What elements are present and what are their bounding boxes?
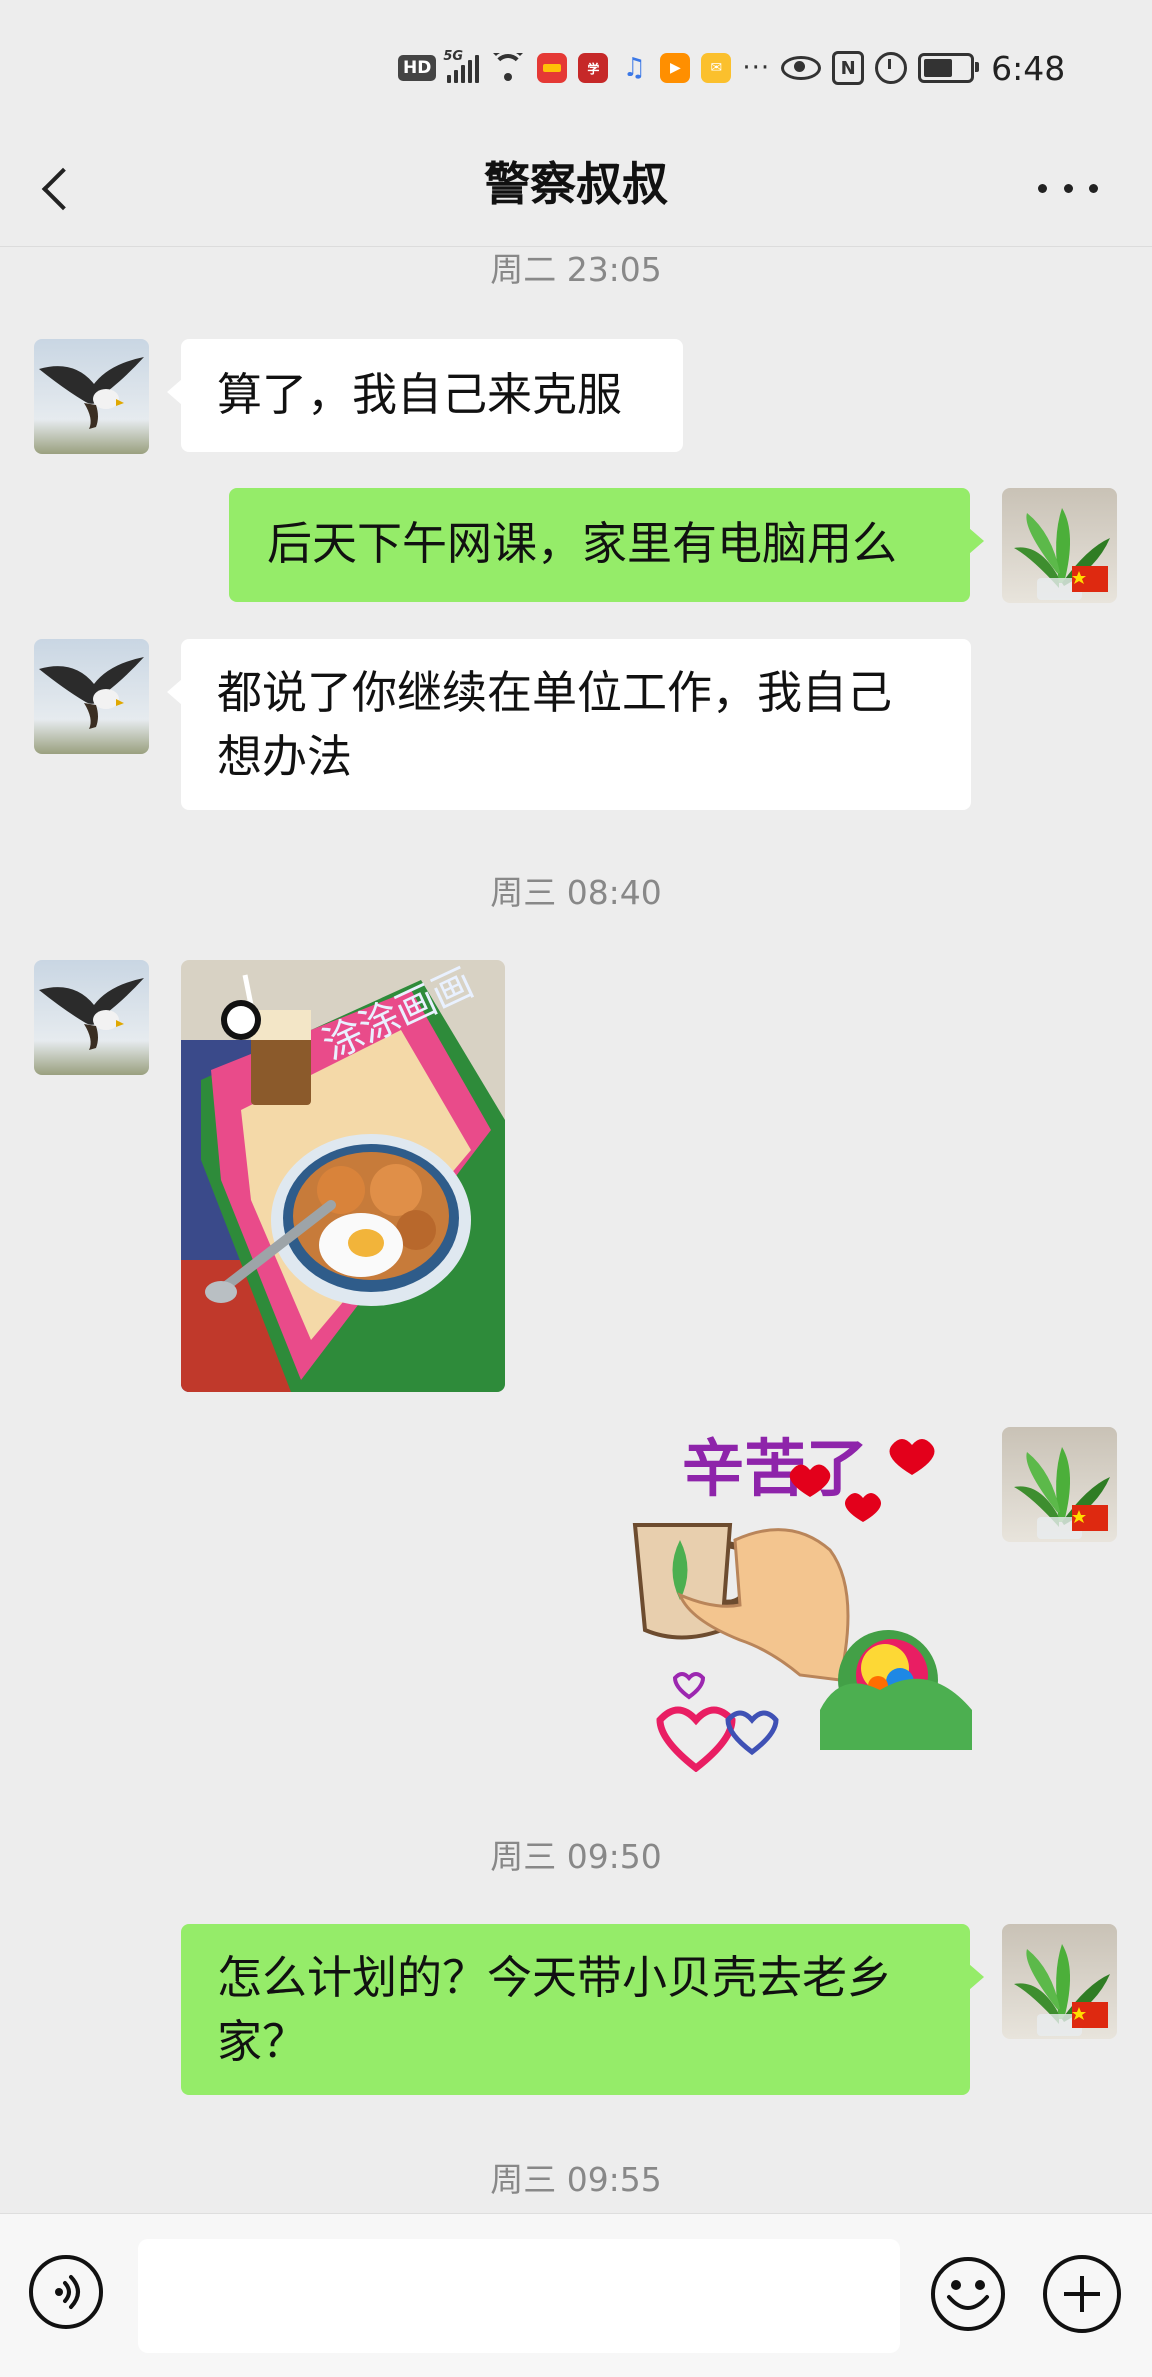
eye-comfort-icon — [781, 56, 822, 80]
input-bar — [0, 2213, 1152, 2377]
nfc-icon: N — [832, 51, 865, 85]
my-avatar[interactable] — [1002, 1924, 1117, 2039]
message-text-line: 怎么计划的？今天带小贝壳去老乡 — [217, 1951, 893, 2004]
message-bubble-sent[interactable]: 怎么计划的？今天带小贝壳去老乡 家？ — [181, 1924, 984, 2095]
food-photo[interactable]: 涂涂画画 — [181, 960, 505, 1392]
alarm-icon — [875, 52, 908, 84]
contact-avatar[interactable] — [34, 960, 149, 1075]
gallery-app-icon — [537, 53, 568, 83]
timestamp: 周二 23:05 — [490, 250, 662, 289]
voice-icon[interactable] — [29, 2255, 103, 2329]
message-bubble-received[interactable]: 算了，我自己来克服 — [167, 339, 683, 452]
timestamp: 周三 09:55 — [490, 2160, 662, 2199]
xuexi-app-icon: 学 — [578, 53, 609, 83]
message-text-line: 家？ — [217, 2015, 308, 2068]
status-bar: HD 5G 学 ♫ ▶ ✉ ··· N 6:48 — [0, 0, 1152, 130]
network-type: 5G — [443, 49, 464, 64]
more-notifications-icon: ··· — [742, 53, 771, 83]
signal-icon: 5G — [443, 49, 480, 83]
plus-icon[interactable] — [1043, 2255, 1121, 2333]
message-bubble-sent[interactable]: 后天下午网课，家里有电脑用么 — [229, 488, 984, 602]
my-avatar[interactable] — [1002, 1427, 1117, 1542]
hd-icon: HD — [398, 55, 437, 81]
message-text-line: 都说了你继续在单位工作，我自己 — [217, 666, 893, 719]
message-text-line: 想办法 — [217, 730, 353, 783]
battery-icon — [918, 53, 980, 83]
clock-time: 6:48 — [991, 48, 1066, 88]
message-text: 后天下午网课，家里有电脑用么 — [267, 517, 898, 570]
message-text: 算了，我自己来克服 — [217, 368, 623, 421]
chat-header: 警察叔叔 — [0, 130, 1152, 247]
timestamp: 周三 09:50 — [490, 1837, 662, 1876]
sticker-text: 辛苦了 — [682, 1432, 868, 1505]
music-app-icon: ♫ — [622, 53, 646, 83]
message-bubble-received[interactable]: 都说了你继续在单位工作，我自己 想办法 — [167, 639, 971, 810]
video-app-icon: ▶ — [660, 53, 691, 83]
my-avatar[interactable] — [1002, 488, 1117, 603]
sticker-image[interactable]: 辛苦了 — [620, 1420, 972, 1773]
emoji-icon[interactable] — [929, 2255, 1007, 2333]
chat-title: 警察叔叔 — [484, 157, 668, 211]
message-input[interactable] — [138, 2239, 900, 2353]
more-dots-icon[interactable] — [1038, 170, 1098, 206]
contact-avatar[interactable] — [34, 339, 149, 454]
mail-app-icon: ✉ — [701, 53, 732, 83]
timestamp: 周三 08:40 — [490, 873, 662, 912]
wifi-icon — [490, 53, 526, 83]
contact-avatar[interactable] — [34, 639, 149, 754]
